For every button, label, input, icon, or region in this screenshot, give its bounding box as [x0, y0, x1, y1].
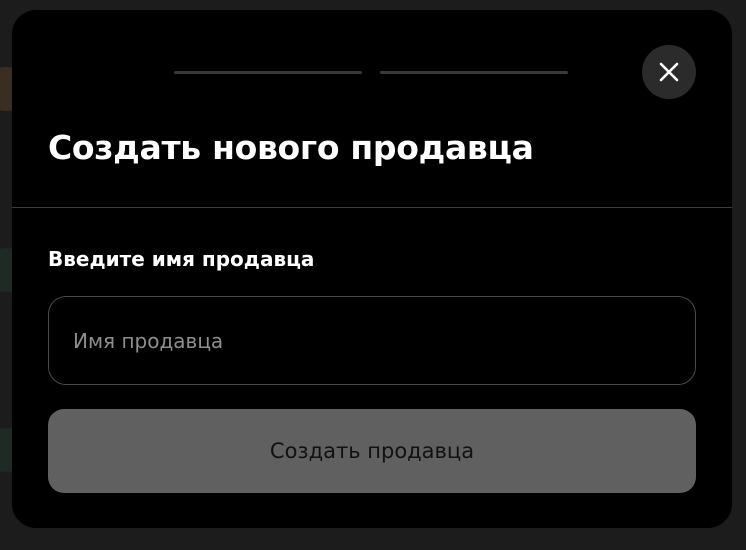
create-seller-modal: Создать нового продавца Введите имя прод… [12, 10, 732, 528]
divider [12, 207, 732, 208]
close-icon [659, 62, 679, 82]
progress-step [174, 71, 362, 74]
seller-name-input[interactable] [48, 296, 696, 385]
step-progress [174, 71, 568, 74]
seller-name-label: Введите имя продавца [48, 247, 315, 271]
progress-step [380, 71, 568, 74]
modal-title: Создать нового продавца [48, 128, 534, 167]
create-seller-button[interactable]: Создать продавца [48, 409, 696, 493]
close-button[interactable] [642, 45, 696, 99]
